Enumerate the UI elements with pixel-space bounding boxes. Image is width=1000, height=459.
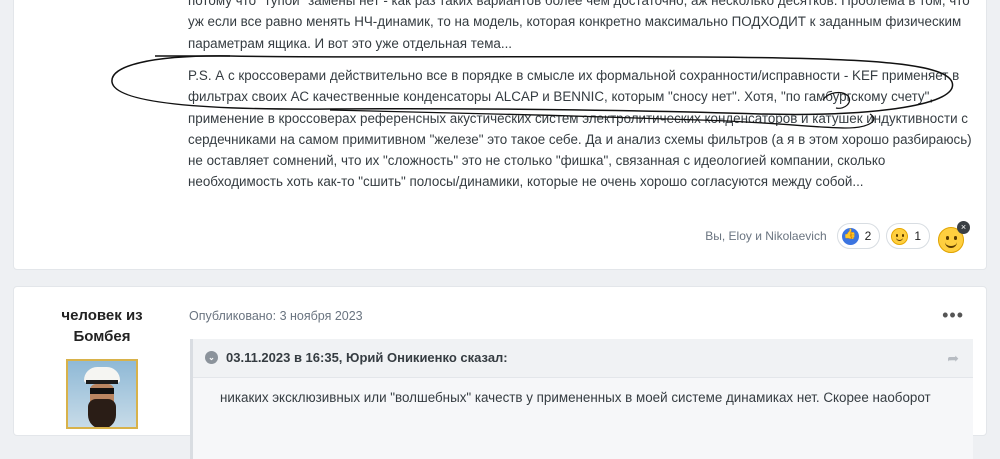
post-card: человек из Бомбея Опубликовано: 3 ноября… xyxy=(13,286,987,459)
more-options-icon[interactable]: ••• xyxy=(942,305,964,326)
author-name[interactable]: человек из Бомбея xyxy=(44,305,160,347)
quote-text: никаких эксклюзивных или "волшебных" кач… xyxy=(220,390,931,405)
reaction-smile-count: 1 xyxy=(914,229,921,243)
post-paragraph: потому что "тупой" замены нет - как раз … xyxy=(188,0,970,51)
share-icon[interactable]: ➦ xyxy=(947,339,959,377)
quote-header[interactable]: ⌄ 03.11.2023 в 16:35, Юрий Оникиенко ска… xyxy=(193,339,973,378)
reaction-names-link[interactable]: Вы, Eloy и Nikolaevich xyxy=(705,229,826,243)
smile-icon xyxy=(891,227,909,245)
reaction-smile-pill[interactable]: 1 xyxy=(886,223,930,249)
avatar[interactable] xyxy=(66,359,138,429)
post-card: потому что "тупой" замены нет - как раз … xyxy=(13,0,987,270)
reaction-like-pill[interactable]: 2 xyxy=(836,223,881,249)
post-date[interactable]: Опубликовано: 3 ноября 2023 xyxy=(189,309,363,323)
quote-citation: 03.11.2023 в 16:35, Юрий Оникиенко сказа… xyxy=(226,350,508,365)
chevron-down-icon[interactable]: ⌄ xyxy=(205,351,218,364)
reactions-bar: Вы, Eloy и Nikolaevich 2 1 xyxy=(705,223,930,249)
quote-block: ⌄ 03.11.2023 в 16:35, Юрий Оникиенко ска… xyxy=(190,339,973,459)
author-name-line[interactable]: человек из xyxy=(44,305,160,326)
add-reaction-button[interactable]: × xyxy=(934,221,970,255)
post-paragraph-ps: P.S. А с кроссоверами действительно все … xyxy=(188,68,972,190)
close-icon[interactable]: × xyxy=(957,221,970,234)
reaction-like-count: 2 xyxy=(864,229,872,243)
author-name-line[interactable]: Бомбея xyxy=(44,326,160,347)
thumbs-up-icon xyxy=(841,227,859,245)
